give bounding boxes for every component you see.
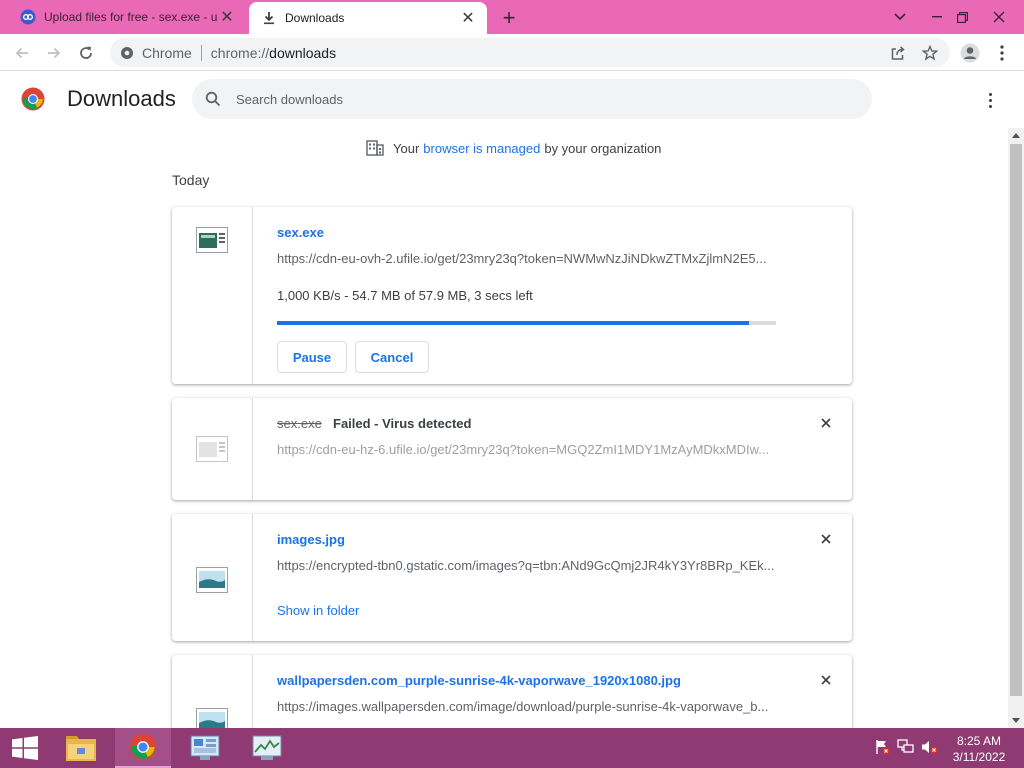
page-scrollbar[interactable] [1008, 128, 1024, 728]
download-icon [261, 10, 277, 26]
download-source-url: https://encrypted-tbn0.gstatic.com/image… [277, 558, 775, 573]
ufile-favicon-icon [20, 9, 36, 25]
scroll-down-arrow-icon[interactable] [1012, 718, 1020, 723]
managed-notice: Your browser is managed by your organiza… [366, 140, 661, 156]
file-explorer-icon[interactable] [53, 728, 109, 768]
remove-from-list-close-icon[interactable] [816, 670, 836, 690]
download-item: sex.exe https://cdn-eu-ovh-2.ufile.io/ge… [172, 207, 852, 384]
page-title: Downloads [67, 86, 176, 111]
new-tab-button[interactable]: + [497, 5, 521, 30]
managed-prefix: Your [393, 140, 420, 156]
tab-title: Downloads [285, 11, 345, 25]
executable-file-icon [196, 227, 228, 253]
chrome-icon[interactable] [115, 728, 171, 768]
windows-start-icon[interactable] [0, 728, 50, 768]
action-center-flag-icon[interactable] [873, 738, 891, 756]
tab-search-chevron-down-icon[interactable] [883, 0, 917, 34]
download-file-name-link[interactable]: sex.exe [277, 225, 324, 240]
address-bar[interactable]: Chrome chrome:// downloads [110, 38, 950, 67]
windows-taskbar: 8:25 AM 3/11/2022 [0, 728, 1024, 768]
clock-time: 8:25 AM [956, 734, 1002, 748]
cancel-button[interactable]: Cancel [355, 341, 429, 373]
chrome-logo-icon [21, 87, 45, 111]
remove-from-list-close-icon[interactable] [816, 529, 836, 549]
close-window-button[interactable] [982, 0, 1016, 34]
building-icon [366, 140, 384, 156]
download-source-url: https://cdn-eu-ovh-2.ufile.io/get/23mry2… [277, 251, 767, 266]
share-icon[interactable] [885, 40, 911, 66]
failed-file-icon [196, 436, 228, 462]
system-clock[interactable]: 8:25 AM 3/11/2022 [944, 733, 1014, 765]
download-file-name: sex.exe [277, 416, 322, 431]
download-item: images.jpg https://encrypted-tbn0.gstati… [172, 514, 852, 641]
show-in-folder-link[interactable]: Show in folder [277, 603, 359, 618]
profile-avatar-icon[interactable] [957, 40, 983, 66]
search-icon [205, 91, 221, 107]
tab-close-icon[interactable]: ✕ [459, 9, 477, 27]
back-arrow-icon[interactable] [9, 40, 35, 66]
control-panel-icon[interactable] [177, 728, 233, 768]
remove-from-list-close-icon[interactable] [816, 413, 836, 433]
image-file-icon [196, 567, 228, 593]
download-progress-fill [277, 321, 749, 325]
reload-icon[interactable] [73, 40, 99, 66]
tab-title: Upload files for free - sex.exe - u [44, 10, 218, 24]
restore-button[interactable] [945, 0, 979, 34]
volume-muted-icon[interactable] [921, 738, 939, 756]
url-scheme: chrome:// [210, 44, 270, 61]
site-label: Chrome [142, 44, 192, 61]
download-source-url: https://cdn-eu-hz-6.ufile.io/get/23mry23… [277, 442, 770, 457]
date-section-title: Today [172, 172, 210, 188]
clock-date: 3/11/2022 [952, 750, 1006, 764]
network-icon[interactable] [897, 738, 915, 756]
tab-close-icon[interactable]: ✕ [218, 8, 236, 26]
browser-managed-link[interactable]: browser is managed [423, 141, 540, 156]
url-host: downloads [269, 44, 337, 61]
omnibox-separator [200, 44, 202, 61]
more-actions-icon[interactable] [980, 89, 1000, 111]
download-progress-text: 1,000 KB/s - 54.7 MB of 57.9 MB, 3 secs … [277, 288, 533, 303]
bookmark-star-icon[interactable] [917, 40, 943, 66]
tab-upload-files[interactable]: Upload files for free - sex.exe - u ✕ [8, 0, 246, 34]
task-manager-icon[interactable] [239, 728, 295, 768]
download-item: sex.exe Failed - Virus detected https://… [172, 398, 852, 500]
download-file-name-link[interactable]: images.jpg [277, 532, 345, 547]
chrome-site-icon [121, 46, 133, 59]
managed-suffix: by your organization [544, 140, 662, 156]
search-downloads-bar[interactable] [192, 79, 872, 119]
scroll-up-arrow-icon[interactable] [1012, 133, 1020, 138]
download-progress-bar [277, 321, 776, 325]
scrollbar-thumb[interactable] [1010, 144, 1022, 696]
tab-downloads[interactable]: Downloads ✕ [249, 2, 487, 34]
browser-toolbar: Chrome chrome:// downloads [0, 34, 1024, 71]
forward-arrow-icon[interactable] [41, 40, 67, 66]
tab-strip: Upload files for free - sex.exe - u ✕ Do… [0, 0, 1024, 34]
download-file-name-link[interactable]: wallpapersden.com_purple-sunrise-4k-vapo… [277, 673, 681, 688]
downloads-header: Downloads [0, 72, 1008, 128]
download-status-text: Failed - Virus detected [333, 416, 472, 431]
download-source-url: https://images.wallpapersden.com/image/d… [277, 699, 769, 714]
browser-menu-icon[interactable] [989, 40, 1015, 66]
pause-button[interactable]: Pause [277, 341, 347, 373]
search-input[interactable] [236, 91, 836, 107]
